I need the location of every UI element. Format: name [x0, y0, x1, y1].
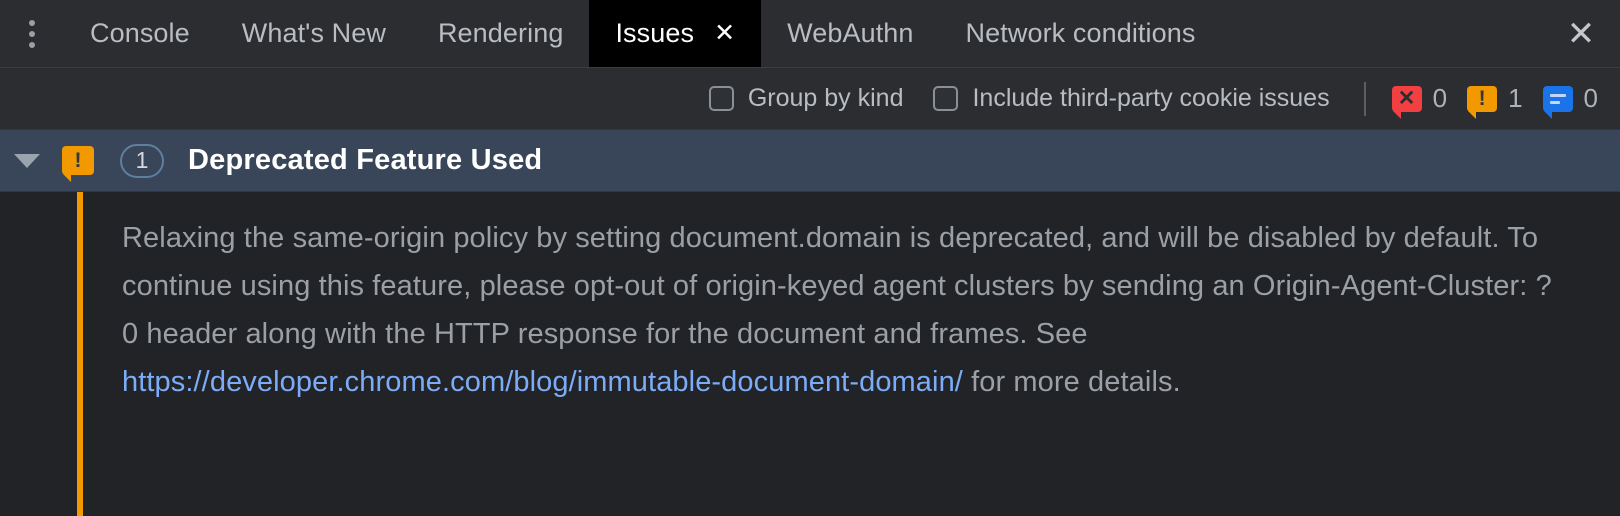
- more-dot: [29, 19, 35, 26]
- tab-label: Console: [90, 18, 190, 48]
- group-by-kind-checkbox[interactable]: Group by kind: [708, 84, 904, 113]
- warning-count: 1: [1508, 83, 1523, 113]
- issues-filter-toolbar: Group by kind Include third-party cookie…: [0, 68, 1620, 130]
- tab-label: Issues: [615, 18, 695, 48]
- close-icon[interactable]: ✕: [714, 21, 735, 46]
- warning-bubble-icon: !: [62, 146, 94, 182]
- include-third-party-cookie-issues-checkbox[interactable]: Include third-party cookie issues: [933, 84, 1330, 113]
- info-line: [1549, 100, 1560, 104]
- close-drawer-icon[interactable]: ✕: [1542, 0, 1620, 67]
- info-counter[interactable]: 0: [1542, 83, 1598, 119]
- warning-counter[interactable]: ! 1: [1467, 83, 1523, 119]
- error-count: 0: [1432, 83, 1448, 113]
- tab-label: Rendering: [437, 18, 564, 48]
- warning-bang-glyph: !: [1478, 87, 1486, 110]
- tab-network-conditions[interactable]: Network conditions: [940, 0, 1222, 67]
- tab-issues[interactable]: Issues ✕: [589, 0, 762, 67]
- tab-webauthn[interactable]: WebAuthn: [761, 0, 939, 67]
- tab-console[interactable]: Console: [64, 0, 216, 67]
- info-bubble-icon: [1542, 85, 1573, 119]
- devtools-drawer-tabbar: Console What's New Rendering Issues ✕ We…: [0, 0, 1620, 68]
- error-counter[interactable]: ✕ 0: [1391, 83, 1448, 119]
- more-dot: [29, 30, 35, 37]
- more-vertical-icon[interactable]: [0, 0, 64, 67]
- info-lines-glyph: [1549, 93, 1566, 104]
- info-count: 0: [1583, 83, 1598, 113]
- error-bubble-icon: ✕: [1391, 85, 1422, 119]
- issue-severity-rail: [77, 192, 83, 516]
- warning-bubble-icon: !: [1467, 85, 1498, 119]
- tab-whats-new[interactable]: What's New: [216, 0, 412, 67]
- issue-counters: ✕ 0 ! 1 0: [1391, 83, 1598, 119]
- issue-title: Deprecated Feature Used: [188, 144, 543, 176]
- issue-details-body: Relaxing the same-origin policy by setti…: [0, 192, 1620, 516]
- issue-description-lead: Relaxing the same-origin policy by setti…: [122, 222, 1552, 350]
- error-x-glyph: ✕: [1397, 87, 1416, 110]
- tab-rendering[interactable]: Rendering: [412, 0, 590, 67]
- info-line: [1549, 93, 1566, 97]
- include-third-party-cookie-issues-label: Include third-party cookie issues: [972, 84, 1330, 112]
- issue-count-pill: 1: [120, 143, 164, 178]
- issue-documentation-link[interactable]: https://developer.chrome.com/blog/immuta…: [122, 366, 963, 398]
- tab-label: WebAuthn: [787, 18, 914, 48]
- checkbox-box[interactable]: [933, 86, 959, 111]
- more-dot: [29, 41, 35, 48]
- issue-description: Relaxing the same-origin policy by setti…: [0, 192, 1620, 406]
- issue-group-header[interactable]: ! 1 Deprecated Feature Used: [0, 130, 1620, 192]
- tab-label: What's New: [241, 18, 386, 48]
- checkbox-box[interactable]: [708, 86, 734, 111]
- chevron-down-icon[interactable]: [14, 153, 40, 168]
- tab-label: Network conditions: [965, 18, 1196, 48]
- tabbar-spacer: [1221, 0, 1542, 67]
- warning-bang-glyph: !: [74, 149, 82, 172]
- toolbar-divider: [1363, 81, 1366, 116]
- group-by-kind-label: Group by kind: [747, 84, 904, 112]
- issue-description-tail: for more details.: [962, 366, 1181, 398]
